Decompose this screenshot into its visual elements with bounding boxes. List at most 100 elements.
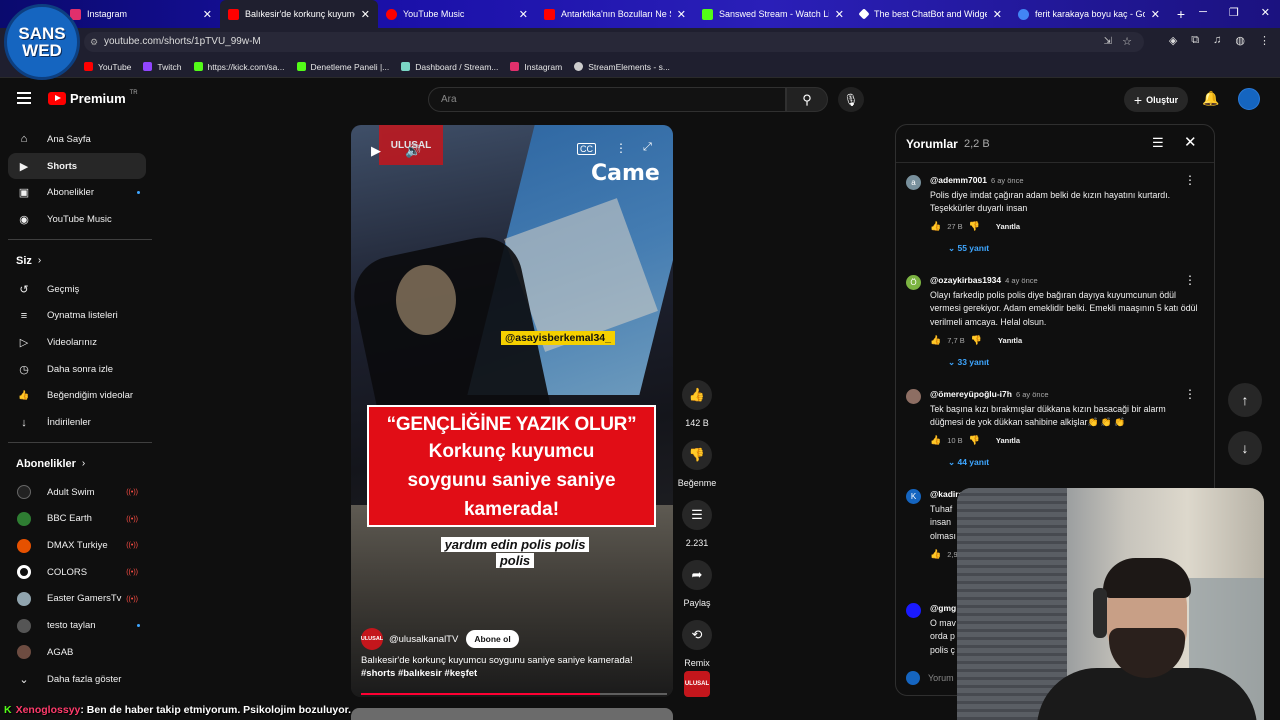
sidebar-item-playlists[interactable]: ≡ Oynatma listeleri — [0, 302, 160, 329]
video-title[interactable]: Balıkesir'de korkunç kuyumcu soygunu san… — [361, 654, 666, 680]
channel-thumbnail[interactable]: ULUSAL — [684, 671, 710, 697]
browser-menu-icon[interactable]: ⋮ — [1259, 34, 1270, 47]
bookmark-star-icon[interactable]: ☆ — [1122, 32, 1132, 52]
site-info-icon[interactable]: ⚙ — [90, 32, 98, 52]
close-icon[interactable]: ✕ — [1151, 8, 1160, 21]
thumbs-down-icon[interactable]: 👎 — [969, 435, 980, 446]
sort-icon[interactable]: ☰ — [1152, 135, 1164, 151]
install-icon[interactable]: ⇲ — [1104, 32, 1112, 52]
browser-tab-chatbot[interactable]: The best ChatBot and Widgets ✕ — [852, 0, 1010, 28]
channel-name[interactable]: @ulusalkanalTV — [389, 634, 458, 645]
shorts-video-player[interactable]: ULUSAL ▶ 🔊 CC ⋮ ⤢ Came @asayisberkemal34… — [351, 125, 673, 697]
video-hashtags[interactable]: #shorts #balıkesir #keşfet — [361, 668, 477, 679]
sidebar-item-home[interactable]: ⌂ Ana Sayfa — [0, 126, 160, 153]
bookmark-instagram[interactable]: Instagram — [510, 62, 562, 72]
comment-input[interactable]: Yorum — [928, 673, 954, 683]
close-icon[interactable]: ✕ — [519, 8, 528, 21]
minimize-icon[interactable]: ─ — [1199, 6, 1207, 19]
sidebar-channel-colors[interactable]: COLORS ((•)) — [0, 559, 160, 586]
sidebar-show-more[interactable]: ⌄ Daha fazla göster — [0, 666, 160, 693]
comment-menu-icon[interactable]: ⋮ — [1184, 273, 1196, 287]
sidebar-item-your-videos[interactable]: ▷ Videolarınız — [0, 329, 160, 356]
browser-tab-youtube-music[interactable]: YouTube Music ✕ — [378, 0, 536, 28]
puzzle-icon[interactable]: ⧉ — [1191, 34, 1199, 47]
sidebar-channel-easter-gamers[interactable]: Easter GamersTv ((•)) — [0, 586, 160, 613]
close-icon[interactable]: ✕ — [203, 8, 212, 21]
next-short-preview[interactable] — [351, 708, 673, 720]
volume-icon[interactable]: 🔊 — [405, 143, 421, 159]
replies-toggle[interactable]: ⌄ 33 yanıt — [948, 357, 989, 368]
sidebar-channel-adult-swim[interactable]: Adult Swim ((•)) — [0, 479, 160, 506]
sidebar-item-liked-videos[interactable]: 👍 Beğendiğim videolar — [0, 383, 160, 410]
bookmark-streamelements[interactable]: StreamElements - s... — [574, 62, 670, 72]
previous-short-button[interactable]: ↑ — [1228, 383, 1262, 417]
create-button[interactable]: + Oluştur — [1124, 87, 1188, 112]
sidebar-channel-testo-taylan[interactable]: testo taylan — [0, 612, 160, 639]
thumbs-down-icon[interactable]: 👎 — [971, 335, 982, 346]
profile-icon[interactable]: ◍ — [1235, 34, 1245, 47]
browser-tab-antarktika[interactable]: Antarktika'nın Bozulları Ne Sak ✕ — [536, 0, 694, 28]
remix-button[interactable]: ⟲ Remix — [676, 620, 718, 668]
media-icon[interactable]: ♫ — [1213, 34, 1221, 47]
share-button[interactable]: ➦ Paylaş — [676, 560, 718, 608]
next-short-button[interactable]: ↓ — [1228, 431, 1262, 465]
captions-icon[interactable]: CC — [577, 143, 596, 155]
search-input[interactable]: Ara — [428, 87, 786, 112]
reply-button[interactable]: Yanıtla — [996, 436, 1020, 445]
sidebar-section-you[interactable]: Siz › — [0, 246, 160, 276]
comment-author[interactable]: @gmg — [930, 603, 956, 613]
commenter-avatar[interactable]: K — [906, 489, 921, 504]
url-field[interactable]: ⚙ youtube.com/shorts/1pTVU_99w-M ⇲ ☆ — [84, 32, 1144, 52]
browser-tab-active[interactable]: Balıkesir'de korkunç kuyumcu s ✕ — [220, 0, 378, 28]
comment-menu-icon[interactable]: ⋮ — [1184, 387, 1196, 401]
maximize-icon[interactable]: ❐ — [1229, 6, 1239, 19]
menu-icon[interactable] — [17, 92, 31, 107]
thumbs-up-icon[interactable]: 👍 — [930, 221, 941, 232]
sidebar-channel-bbc-earth[interactable]: BBC Earth ((•)) — [0, 506, 160, 533]
new-tab-icon[interactable]: + — [1170, 6, 1192, 22]
commenter-avatar[interactable]: a — [906, 175, 921, 190]
comments-button[interactable]: ☰ 2.231 — [676, 500, 718, 548]
browser-tab-kick[interactable]: Sanswed Stream - Watch Live o ✕ — [694, 0, 852, 28]
voice-search-button[interactable]: 🎙 — [838, 87, 864, 112]
thumbs-up-icon[interactable]: 👍 — [930, 549, 941, 560]
expand-icon[interactable]: ⤢ — [643, 141, 652, 154]
close-icon[interactable]: ✕ — [1184, 133, 1197, 151]
browser-tab-instagram[interactable]: Instagram ✕ — [62, 0, 220, 28]
bookmark-twitch[interactable]: Twitch — [143, 62, 182, 72]
comment-author[interactable]: @ozaykirbas1934 4 ay önce — [930, 275, 1038, 285]
reply-button[interactable]: Yanıtla — [998, 336, 1022, 345]
sidebar-item-subscriptions[interactable]: ▣ Abonelikler — [0, 179, 160, 206]
close-icon[interactable]: ✕ — [993, 8, 1002, 21]
youtube-logo[interactable]: Premium TR — [48, 90, 138, 106]
account-avatar[interactable] — [1238, 88, 1260, 110]
sidebar-item-history[interactable]: ↺ Geçmiş — [0, 276, 160, 303]
replies-toggle[interactable]: ⌄ 55 yanıt — [948, 243, 989, 254]
play-icon[interactable]: ▶ — [371, 143, 381, 159]
sidebar-item-youtube-music[interactable]: ◉ YouTube Music — [0, 206, 160, 233]
add-comment-row[interactable]: Yorum — [906, 671, 954, 685]
sidebar-section-subscriptions[interactable]: Abonelikler › — [0, 449, 160, 479]
extension-icon[interactable]: ◈ — [1169, 34, 1177, 47]
thumbs-up-icon[interactable]: 👍 — [930, 435, 941, 446]
close-icon[interactable]: ✕ — [835, 8, 844, 21]
subscribe-button[interactable]: Abone ol — [466, 630, 519, 648]
comment-author[interactable]: @ömereyüpoğlu-i7h 6 ay önce — [930, 389, 1049, 399]
window-close-icon[interactable]: ✕ — [1261, 6, 1270, 19]
commenter-avatar[interactable] — [906, 603, 921, 618]
close-icon[interactable]: ✕ — [361, 8, 370, 21]
sidebar-item-downloads[interactable]: ↓ İndirilenler — [0, 409, 160, 436]
bookmark-kick[interactable]: https://kick.com/sa... — [193, 62, 285, 72]
dislike-button[interactable]: 👎 Beğenme — [676, 440, 718, 488]
sidebar-item-shorts[interactable]: ▶ Shorts — [8, 152, 146, 180]
replies-toggle[interactable]: ⌄ 44 yanıt — [948, 457, 989, 468]
reply-button[interactable]: Yanıtla — [996, 222, 1020, 231]
like-button[interactable]: 👍 142 B — [676, 380, 718, 428]
more-options-icon[interactable]: ⋮ — [615, 141, 627, 155]
comment-author[interactable]: @ademm7001 6 ay önce — [930, 175, 1024, 185]
comment-menu-icon[interactable]: ⋮ — [1184, 173, 1196, 187]
video-progress-bar[interactable] — [361, 693, 667, 695]
sidebar-item-watch-later[interactable]: ◷ Daha sonra izle — [0, 356, 160, 383]
thumbs-up-icon[interactable]: 👍 — [930, 335, 941, 346]
bookmark-youtube[interactable]: YouTube — [84, 62, 131, 72]
